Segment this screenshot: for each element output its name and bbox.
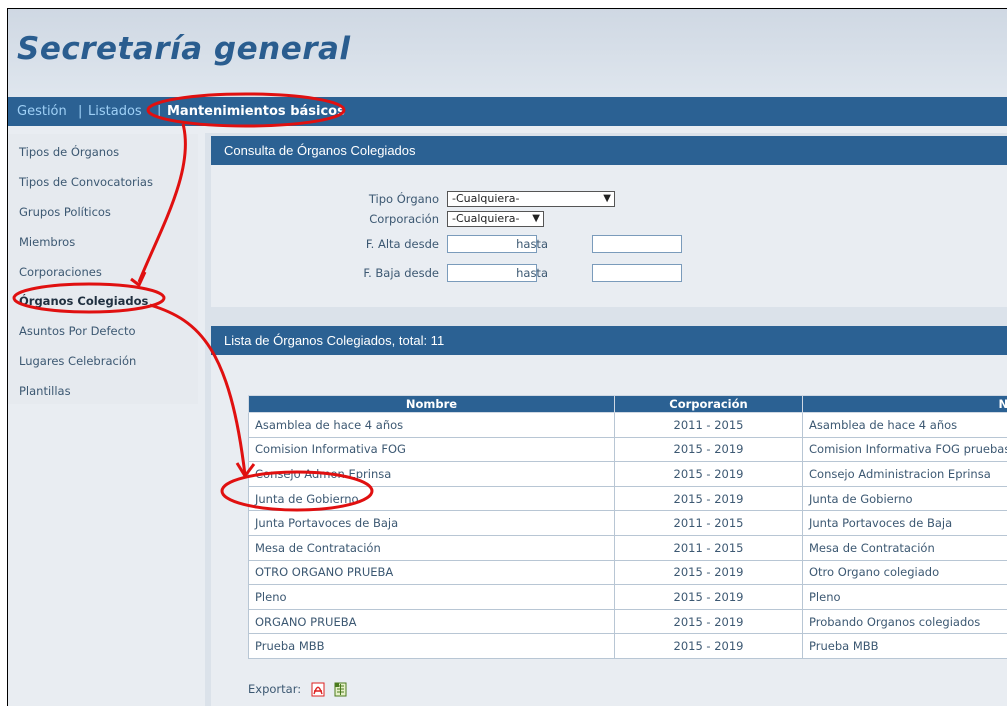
cell-corporacion: 2015 - 2019 bbox=[615, 437, 803, 462]
top-navigation: Gestión | Listados | Mantenimientos bási… bbox=[8, 97, 1007, 126]
tipo-organo-select[interactable]: -Cualquiera- ▼ bbox=[447, 191, 615, 207]
cell-corporacion: 2015 - 2019 bbox=[615, 609, 803, 634]
corporacion-value: -Cualquiera- bbox=[452, 212, 519, 225]
organos-table: Nombre Corporación No Asamblea de hace 4… bbox=[248, 395, 1007, 659]
table-row[interactable]: Prueba MBB2015 - 2019Prueba MBB bbox=[249, 634, 1007, 659]
page-header: Secretaría general bbox=[8, 9, 1007, 97]
cell-nombre-completo: Junta Portavoces de Baja bbox=[803, 511, 1007, 536]
cell-nombre[interactable]: Mesa de Contratación bbox=[249, 535, 615, 560]
table-row[interactable]: ORGANO PRUEBA2015 - 2019Probando Organos… bbox=[249, 609, 1007, 634]
excel-export-icon[interactable] bbox=[334, 682, 347, 697]
cell-nombre[interactable]: Junta de Gobierno bbox=[249, 486, 615, 511]
sidebar: Tipos de Órganos Tipos de Convocatorias … bbox=[8, 134, 198, 404]
nav-gestion[interactable]: Gestión bbox=[17, 104, 67, 119]
fecha-alta-hasta-input[interactable] bbox=[592, 235, 682, 253]
fecha-alta-label: F. Alta desde bbox=[339, 237, 439, 251]
cell-corporacion: 2015 - 2019 bbox=[615, 585, 803, 610]
sidebar-item-miembros[interactable]: Miembros bbox=[19, 235, 75, 249]
cell-nombre[interactable]: Pleno bbox=[249, 585, 615, 610]
cell-corporacion: 2015 - 2019 bbox=[615, 486, 803, 511]
cell-nombre[interactable]: Consejo Admon Eprinsa bbox=[249, 462, 615, 487]
cell-nombre-completo: Asamblea de hace 4 años bbox=[803, 413, 1007, 438]
fecha-baja-label: F. Baja desde bbox=[339, 266, 439, 280]
cell-corporacion: 2011 - 2015 bbox=[615, 535, 803, 560]
nav-separator: | bbox=[78, 104, 82, 119]
cell-nombre[interactable]: Junta Portavoces de Baja bbox=[249, 511, 615, 536]
filter-panel-header: Consulta de Órganos Colegiados bbox=[211, 136, 1007, 165]
alta-hasta-label: hasta bbox=[448, 237, 548, 251]
cell-nombre[interactable]: OTRO ORGANO PRUEBA bbox=[249, 560, 615, 585]
table-row[interactable]: Mesa de Contratación2011 - 2015Mesa de C… bbox=[249, 535, 1007, 560]
table-row[interactable]: Junta de Gobierno2015 - 2019Junta de Gob… bbox=[249, 486, 1007, 511]
nav-mantenimientos-basicos[interactable]: Mantenimientos básicos bbox=[167, 104, 345, 119]
corporacion-label: Corporación bbox=[339, 212, 439, 226]
export-bar: Exportar: bbox=[248, 682, 347, 697]
cell-nombre-completo: Pleno bbox=[803, 585, 1007, 610]
cell-nombre-completo: Prueba MBB bbox=[803, 634, 1007, 659]
table-row[interactable]: Junta Portavoces de Baja2011 - 2015Junta… bbox=[249, 511, 1007, 536]
sidebar-item-asuntos-por-defecto[interactable]: Asuntos Por Defecto bbox=[19, 324, 136, 338]
column-header-nombre[interactable]: Nombre bbox=[249, 396, 615, 413]
list-panel-title: Lista de Órganos Colegiados, total: 11 bbox=[224, 333, 444, 348]
cell-nombre-completo: Otro Organo colegiado bbox=[803, 560, 1007, 585]
cell-nombre[interactable]: Asamblea de hace 4 años bbox=[249, 413, 615, 438]
sidebar-item-lugares-celebracion[interactable]: Lugares Celebración bbox=[19, 354, 136, 368]
column-header-corporacion[interactable]: Corporación bbox=[615, 396, 803, 413]
table-row[interactable]: Consejo Admon Eprinsa2015 - 2019Consejo … bbox=[249, 462, 1007, 487]
sidebar-item-tipos-organos[interactable]: Tipos de Órganos bbox=[19, 145, 119, 159]
column-header-nombre-completo[interactable]: No bbox=[803, 396, 1007, 413]
sidebar-item-tipos-convocatorias[interactable]: Tipos de Convocatorias bbox=[19, 175, 153, 189]
table-row[interactable]: Asamblea de hace 4 años2011 - 2015Asambl… bbox=[249, 413, 1007, 438]
sidebar-item-organos-colegiados[interactable]: Órganos Colegiados bbox=[19, 294, 148, 308]
table-row[interactable]: Comision Informativa FOG2015 - 2019Comis… bbox=[249, 437, 1007, 462]
nav-separator: | bbox=[157, 104, 161, 119]
app-title: Secretaría general bbox=[17, 31, 351, 67]
table-header-row: Nombre Corporación No bbox=[249, 396, 1007, 413]
cell-nombre-completo: Consejo Administracion Eprinsa bbox=[803, 462, 1007, 487]
cell-corporacion: 2015 - 2019 bbox=[615, 462, 803, 487]
nav-listados[interactable]: Listados bbox=[88, 104, 142, 119]
dropdown-arrow-icon: ▼ bbox=[532, 212, 540, 226]
filter-form: Tipo Órgano -Cualquiera- ▼ Corporación -… bbox=[211, 165, 1007, 307]
cell-nombre[interactable]: ORGANO PRUEBA bbox=[249, 609, 615, 634]
list-panel: Nombre Corporación No Asamblea de hace 4… bbox=[211, 355, 1007, 706]
sidebar-item-corporaciones[interactable]: Corporaciones bbox=[19, 265, 102, 279]
tipo-organo-label: Tipo Órgano bbox=[339, 192, 439, 206]
export-label: Exportar: bbox=[248, 682, 301, 696]
cell-corporacion: 2011 - 2015 bbox=[615, 511, 803, 536]
cell-nombre-completo: Probando Organos colegiados bbox=[803, 609, 1007, 634]
cell-corporacion: 2011 - 2015 bbox=[615, 413, 803, 438]
pdf-export-icon[interactable] bbox=[311, 682, 325, 697]
cell-corporacion: 2015 - 2019 bbox=[615, 634, 803, 659]
fecha-baja-hasta-input[interactable] bbox=[592, 264, 682, 282]
table-row[interactable]: OTRO ORGANO PRUEBA2015 - 2019Otro Organo… bbox=[249, 560, 1007, 585]
corporacion-select[interactable]: -Cualquiera- ▼ bbox=[447, 211, 544, 227]
cell-nombre[interactable]: Prueba MBB bbox=[249, 634, 615, 659]
sidebar-item-plantillas[interactable]: Plantillas bbox=[19, 384, 71, 398]
baja-hasta-label: hasta bbox=[448, 266, 548, 280]
cell-nombre-completo: Comision Informativa FOG pruebas bbox=[803, 437, 1007, 462]
filter-panel-title: Consulta de Órganos Colegiados bbox=[224, 143, 416, 158]
list-panel-header: Lista de Órganos Colegiados, total: 11 bbox=[211, 326, 1007, 355]
sidebar-item-grupos-politicos[interactable]: Grupos Políticos bbox=[19, 205, 111, 219]
cell-corporacion: 2015 - 2019 bbox=[615, 560, 803, 585]
table-row[interactable]: Pleno2015 - 2019Pleno bbox=[249, 585, 1007, 610]
cell-nombre[interactable]: Comision Informativa FOG bbox=[249, 437, 615, 462]
cell-nombre-completo: Mesa de Contratación bbox=[803, 535, 1007, 560]
app-window: Secretaría general Gestión | Listados | … bbox=[7, 8, 1007, 706]
main-content: Consulta de Órganos Colegiados Tipo Órga… bbox=[205, 133, 1007, 706]
dropdown-arrow-icon: ▼ bbox=[603, 192, 611, 206]
cell-nombre-completo: Junta de Gobierno bbox=[803, 486, 1007, 511]
tipo-organo-value: -Cualquiera- bbox=[452, 192, 519, 205]
